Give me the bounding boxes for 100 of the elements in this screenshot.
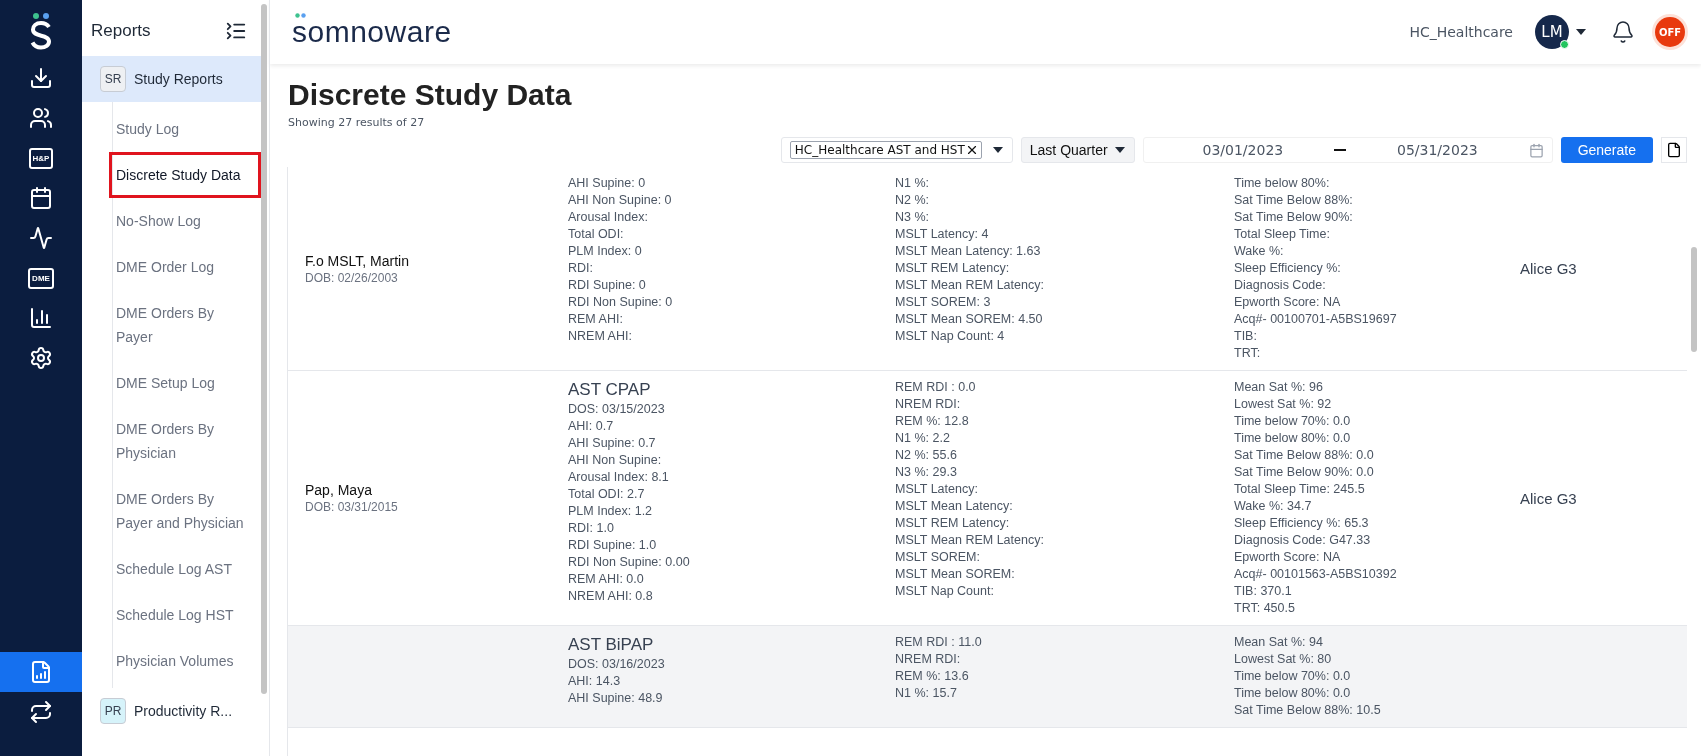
status-badge[interactable]: OFF (1655, 17, 1685, 47)
sidebar-item[interactable]: DME Setup Log (109, 360, 261, 406)
data-line: Diagnosis Code: (1234, 277, 1327, 294)
data-line: DOS: 03/16/2023 (568, 656, 666, 673)
facility-chip[interactable]: HC_Healthcare AST and HST (789, 141, 982, 159)
data-line: RDI Supine: 1.0 (568, 537, 658, 554)
data-line: Sat Time Below 90%: 0.0 (1234, 464, 1375, 481)
sidebar-item[interactable]: Physician Volumes (109, 638, 261, 684)
study-row[interactable]: AST BiPAP DOS: 03/16/2023 AHI: 14.3 AHI Supine: 48.9 REM RDI : 11.0 NREM RDI: REM %: 13.6 N1 %: 15.7 Mean Sat %: 94 Lowest Sat %: 80 Time below 70%: 0.0 Time below 80%: 0.0 Sat Time Below 88%: 10.5 (288, 626, 1687, 728)
data-line: AHI Non Supine: 0 (568, 192, 673, 209)
data-line: AHI Supine: 0 (568, 175, 647, 192)
data-line: MSLT Mean REM Latency: (895, 532, 1045, 549)
data-line: Acq#- 00101563-A5BS10392 (1234, 566, 1398, 583)
organization-name: HC_Healthcare (1409, 24, 1513, 40)
sidebar-item[interactable]: Discrete Study Data (109, 152, 261, 198)
data-line: NREM AHI: (568, 328, 633, 345)
data-line: NREM RDI: (895, 651, 962, 668)
data-line: MSLT REM Latency: (895, 260, 1011, 277)
data-line: N2 %: 55.6 (895, 447, 958, 464)
data-line: MSLT Nap Count: 4 (895, 328, 1006, 345)
scrollbar-thumb[interactable] (1691, 247, 1697, 352)
data-line: Total Sleep Time: (1234, 226, 1331, 243)
patient-dob: DOB: 02/26/2003 (305, 270, 399, 285)
data-line: AHI: 14.3 (568, 673, 622, 690)
data-line: Diagnosis Code: G47.33 (1234, 532, 1372, 549)
data-line: N1 %: 15.7 (895, 685, 958, 702)
sidebar-item[interactable]: Schedule Log AST (109, 546, 261, 592)
data-line: N1 %: (895, 175, 931, 192)
data-line: MSLT SOREM: (895, 549, 981, 566)
data-line: Mean Sat %: 94 (1234, 634, 1324, 651)
nav-label-icon: H&P (28, 147, 54, 169)
data-line: TIB: 370.1 (1234, 583, 1293, 600)
data-line: NREM RDI: (895, 396, 962, 413)
report-icon (29, 660, 53, 684)
data-line: AHI Supine: 48.9 (568, 690, 664, 707)
data-line: Epworth Score: NA (1234, 294, 1342, 311)
sidebar-group[interactable]: SR Study Reports (82, 56, 262, 102)
period-dropdown[interactable]: Last Quarter (1020, 137, 1135, 163)
data-line: Sleep Efficiency %: (1234, 260, 1342, 277)
swap-arrows-icon (29, 700, 53, 724)
data-line: Time below 80%: 0.0 (1234, 430, 1352, 447)
data-line: Lowest Sat %: 92 (1234, 396, 1333, 413)
data-line: Sat Time Below 88%: 10.5 (1234, 702, 1382, 719)
device-name: Alice G3 (1520, 489, 1578, 507)
data-line: N3 %: 29.3 (895, 464, 958, 481)
data-line: Sat Time Below 90%: (1234, 209, 1354, 226)
generate-button[interactable]: Generate (1560, 137, 1653, 163)
data-line: AHI Non Supine: (568, 452, 663, 469)
data-line: Sleep Efficiency %: 65.3 (1234, 515, 1370, 532)
data-line: Total Sleep Time: 245.5 (1234, 481, 1366, 498)
date-range-field[interactable]: 03/01/2023 05/31/2023 (1142, 137, 1553, 163)
data-line: Wake %: (1234, 243, 1285, 260)
data-line: MSLT Mean REM Latency: (895, 277, 1045, 294)
data-line: MSLT SOREM: 3 (895, 294, 992, 311)
sidebar-item[interactable]: Study Log (109, 106, 261, 152)
data-line: N3 %: (895, 209, 931, 226)
data-line: N1 %: 2.2 (895, 430, 951, 447)
data-line: NREM AHI: 0.8 (568, 588, 654, 605)
data-line: DOS: 03/15/2023 (568, 401, 666, 418)
data-line: MSLT Nap Count: (895, 583, 995, 600)
nav-label-icon: DME (28, 267, 54, 289)
pulse-icon (29, 226, 53, 250)
file-icon[interactable] (1661, 137, 1687, 163)
settings-icon (29, 346, 53, 370)
sidebar-item[interactable]: Schedule Log HST (109, 592, 261, 638)
sidebar-item[interactable]: No-Show Log (109, 198, 261, 244)
data-line: RDI Non Supine: 0.00 (568, 554, 691, 571)
facility-select[interactable]: HC_Healthcare AST and HST (780, 137, 1013, 163)
data-line: RDI Non Supine: 0 (568, 294, 674, 311)
calendar-icon (29, 186, 53, 210)
data-line: Mean Sat %: 96 (1234, 379, 1324, 396)
data-line: Total ODI: (568, 226, 625, 243)
data-line: PLM Index: 0 (568, 243, 643, 260)
data-line: REM AHI: 0.0 (568, 571, 645, 588)
data-line: RDI Supine: 0 (568, 277, 647, 294)
users-icon (29, 106, 53, 130)
data-line: TRT: 450.5 (1234, 600, 1296, 617)
nav-rail-item[interactable]: H&P (0, 138, 82, 178)
sidebar-item[interactable]: DME Order Log (109, 244, 261, 290)
sidebar-item[interactable]: DME Orders By Payer and Physician (109, 476, 261, 546)
data-line: Time below 80%: 0.0 (1234, 685, 1352, 702)
data-line: Sat Time Below 88%: 0.0 (1234, 447, 1375, 464)
data-line: MSLT Mean SOREM: 4.50 (895, 311, 1044, 328)
nav-rail-item[interactable]: DME (0, 258, 82, 298)
data-line: MSLT REM Latency: (895, 515, 1011, 532)
user-avatar[interactable]: LM (1535, 15, 1569, 49)
sidebar-item[interactable]: DME Orders By Payer (109, 290, 261, 360)
data-line: TRT: (1234, 345, 1262, 362)
scrollbar-thumb[interactable] (261, 4, 267, 694)
data-line: AHI: 0.7 (568, 418, 615, 435)
sidebar-title: Reports (91, 21, 151, 41)
sidebar-group[interactable]: PR Productivity R... (82, 688, 262, 734)
page-title: Discrete Study Data (288, 78, 573, 112)
data-line: Time below 70%: 0.0 (1234, 668, 1352, 685)
caret-icon (1113, 146, 1126, 154)
data-line: Sat Time Below 88%: (1234, 192, 1354, 209)
data-line: REM RDI : 0.0 (895, 379, 977, 396)
sidebar-item[interactable]: DME Orders By Physician (109, 406, 261, 476)
data-line: Wake %: 34.7 (1234, 498, 1313, 515)
data-line: Epworth Score: NA (1234, 549, 1342, 566)
